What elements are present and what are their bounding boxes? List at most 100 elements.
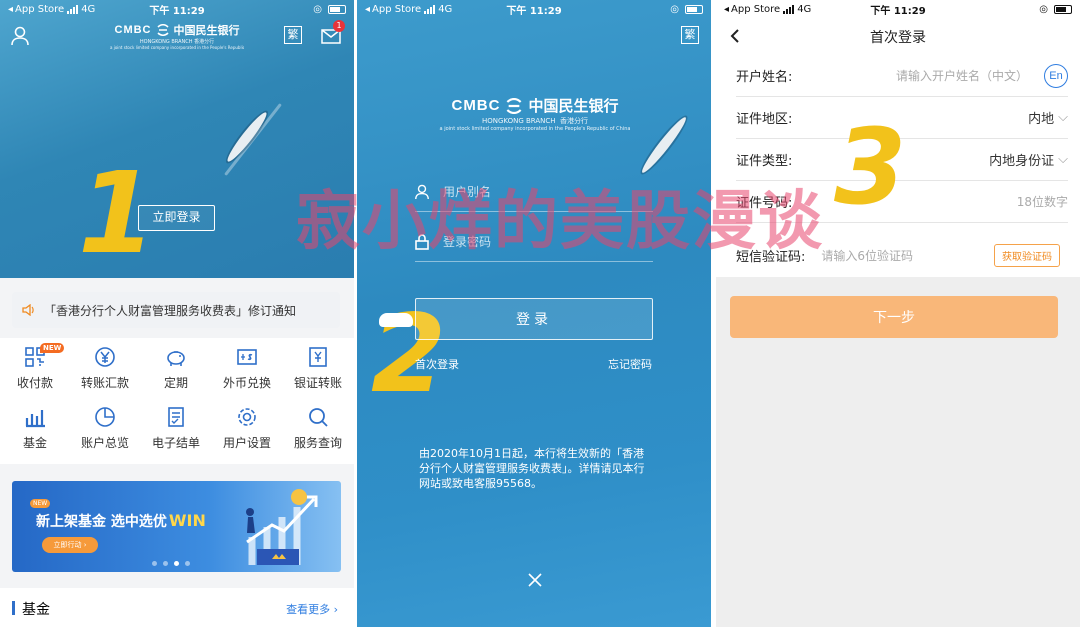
page-dot-active[interactable] bbox=[174, 561, 179, 566]
logo-en: CMBC bbox=[114, 24, 152, 36]
status-bar: ◂ App Store 4G 下午 11:29 ◎ bbox=[357, 0, 711, 18]
id-number-input[interactable]: 18位数字 bbox=[1017, 193, 1068, 210]
status-time: 下午 11:29 bbox=[506, 5, 562, 17]
fund-illustration-icon bbox=[246, 489, 318, 565]
grid-label: 电子结单 bbox=[151, 436, 200, 450]
first-login-screen: ◂ App Store 4G 下午 11:29 ◎ 首次登录 开户姓名: 请输入… bbox=[716, 0, 1080, 627]
section-title: 基金 bbox=[22, 602, 50, 618]
chevron-down-icon: ⌵ bbox=[1058, 152, 1068, 167]
watermark-text: 寂小烊的美股漫谈 bbox=[296, 185, 824, 259]
grid-label: 银证转账 bbox=[293, 376, 342, 390]
forgot-password-link[interactable]: 忘记密码 bbox=[608, 356, 652, 372]
banner-new-badge: NEW bbox=[30, 499, 51, 508]
next-step-button[interactable]: 下一步 bbox=[730, 296, 1058, 338]
grid-label: 收付款 bbox=[16, 376, 53, 390]
row-label: 开户姓名: bbox=[736, 70, 793, 85]
grid-item-fund[interactable]: 基金 bbox=[0, 406, 70, 451]
page-dot[interactable] bbox=[163, 561, 168, 566]
yuan-transfer-icon bbox=[95, 347, 115, 367]
grid-item-inquiry[interactable]: 服务查询 bbox=[283, 406, 353, 451]
piggy-bank-icon bbox=[167, 351, 185, 366]
cmbc-emblem-icon bbox=[507, 97, 522, 114]
kayak-image bbox=[223, 109, 271, 165]
cmbc-logo: CMBC 中国民生银行 HONGKONG BRANCH 香港分行 a joint… bbox=[435, 95, 635, 132]
grid-item-fx[interactable]: 外币兑换 bbox=[212, 346, 282, 391]
banner-action-button[interactable]: 立即行动 › bbox=[42, 537, 98, 553]
search-icon bbox=[309, 408, 328, 427]
securities-transfer-icon bbox=[309, 347, 327, 367]
view-more-link[interactable]: 查看更多 › bbox=[286, 601, 338, 617]
cmbc-logo: CMBC 中国民生银行 HONGKONG BRANCH 香港分行 a joint… bbox=[110, 22, 244, 50]
fund-banner[interactable]: NEW 新上架基金 选中选优 WIN 立即行动 › bbox=[12, 481, 341, 572]
mail-badge: 1 bbox=[333, 20, 345, 32]
traditional-chinese-toggle[interactable]: 繁 bbox=[284, 26, 302, 44]
view-more-text: 查看更多 bbox=[286, 603, 331, 616]
fee-notice-text: 由2020年10月1日起，本行将生效新的「香港分行个人财富管理服务收费表」。详情… bbox=[419, 447, 645, 490]
traditional-chinese-toggle[interactable]: 繁 bbox=[681, 26, 699, 44]
grid-item-overview[interactable]: 账户总览 bbox=[70, 406, 140, 451]
page-dot[interactable] bbox=[152, 561, 157, 566]
notice-bar[interactable]: 「香港分行个人财富管理服务收费表」修订通知 bbox=[12, 292, 340, 328]
id-type-select[interactable]: 内地身份证 bbox=[989, 150, 1054, 169]
home-screen: ◂ App Store 4G 下午 11:29 ◎ CMBC 中国民生银行 HO… bbox=[0, 0, 354, 627]
account-name-row[interactable]: 开户姓名: 请输入开户姓名（中文） En bbox=[736, 55, 1068, 97]
id-region-select[interactable]: 内地 bbox=[1028, 108, 1054, 127]
account-name-input[interactable]: 请输入开户姓名（中文） bbox=[896, 67, 1028, 84]
login-button[interactable]: 登录 bbox=[415, 298, 653, 340]
status-time: 下午 11:29 bbox=[870, 5, 926, 17]
status-time: 下午 11:29 bbox=[149, 5, 205, 17]
grid-label: 账户总览 bbox=[80, 436, 129, 450]
grid-item-settings[interactable]: 用户设置 bbox=[212, 406, 282, 451]
logo-sub-cn: 香港分行 bbox=[560, 117, 589, 125]
fund-section-header: 基金 查看更多 › bbox=[0, 588, 354, 627]
logo-cn: 中国民生银行 bbox=[528, 97, 619, 115]
grid-item-transfer[interactable]: 转账汇款 bbox=[70, 346, 140, 391]
status-bar: ◂ App Store 4G 下午 11:29 ◎ bbox=[716, 0, 1080, 18]
gear-icon bbox=[238, 408, 256, 426]
logo-tagline: a joint stock limited company incorporat… bbox=[439, 126, 631, 132]
banner-pagination bbox=[152, 561, 190, 566]
get-code-button[interactable]: 获取验证码 bbox=[994, 243, 1060, 267]
page-dot[interactable] bbox=[185, 561, 190, 566]
grid-label: 外币兑换 bbox=[222, 376, 271, 390]
chevron-down-icon: ⌵ bbox=[1058, 110, 1068, 125]
grid-label: 用户设置 bbox=[222, 436, 271, 450]
logo-sub-en: HONGKONG BRANCH bbox=[481, 117, 556, 125]
page-title: 首次登录 bbox=[870, 30, 926, 46]
login-now-button[interactable]: 立即登录 bbox=[138, 205, 215, 231]
grid-label: 服务查询 bbox=[293, 436, 342, 450]
first-login-link[interactable]: 首次登录 bbox=[415, 356, 459, 372]
pie-chart-icon bbox=[95, 407, 115, 427]
step-number-3: 3 bbox=[834, 106, 907, 228]
grid-item-statement[interactable]: 电子结单 bbox=[141, 406, 211, 451]
banner-title-win: WIN bbox=[168, 511, 206, 530]
currency-exchange-icon bbox=[237, 349, 257, 365]
sms-code-input[interactable]: 请输入6位验证码 bbox=[821, 247, 913, 264]
statement-icon bbox=[168, 407, 184, 427]
section-marker bbox=[12, 601, 15, 615]
banner-title: 新上架基金 选中选优 WIN bbox=[36, 511, 206, 531]
kayak-image bbox=[638, 114, 690, 176]
new-badge: NEW bbox=[40, 343, 65, 353]
grid-label: 定期 bbox=[163, 376, 188, 390]
grid-item-deposit[interactable]: 定期 bbox=[141, 346, 211, 391]
speaker-icon bbox=[22, 304, 34, 316]
logo-en: CMBC bbox=[451, 97, 501, 114]
banner-button-label: 立即行动 bbox=[53, 541, 82, 549]
notice-text: 「香港分行个人财富管理服务收费表」修订通知 bbox=[44, 303, 297, 318]
row-label: 证件类型: bbox=[736, 154, 793, 169]
login-screen: ◂ App Store 4G 下午 11:29 ◎ 繁 CMBC 中国民生银行 … bbox=[357, 0, 711, 627]
grid-label: 基金 bbox=[22, 436, 47, 450]
snow-cap-decoration bbox=[379, 313, 413, 327]
logo-cn: 中国民生银行 bbox=[173, 24, 240, 37]
row-label: 证件地区: bbox=[736, 112, 793, 127]
bar-chart-icon bbox=[25, 410, 45, 428]
cmbc-emblem-icon bbox=[156, 24, 169, 36]
close-icon[interactable] bbox=[527, 572, 543, 588]
boat-wake bbox=[224, 103, 282, 176]
function-grid: 收付款 转账汇款 定期 外币兑换 银证转账 基金 账户总览 电子结单 用户设置 … bbox=[0, 338, 354, 464]
english-toggle-button[interactable]: En bbox=[1044, 63, 1068, 88]
user-icon[interactable] bbox=[11, 26, 29, 46]
grid-item-securities[interactable]: 银证转账 bbox=[283, 346, 353, 391]
banner-title-text: 新上架基金 选中选优 bbox=[36, 514, 167, 530]
